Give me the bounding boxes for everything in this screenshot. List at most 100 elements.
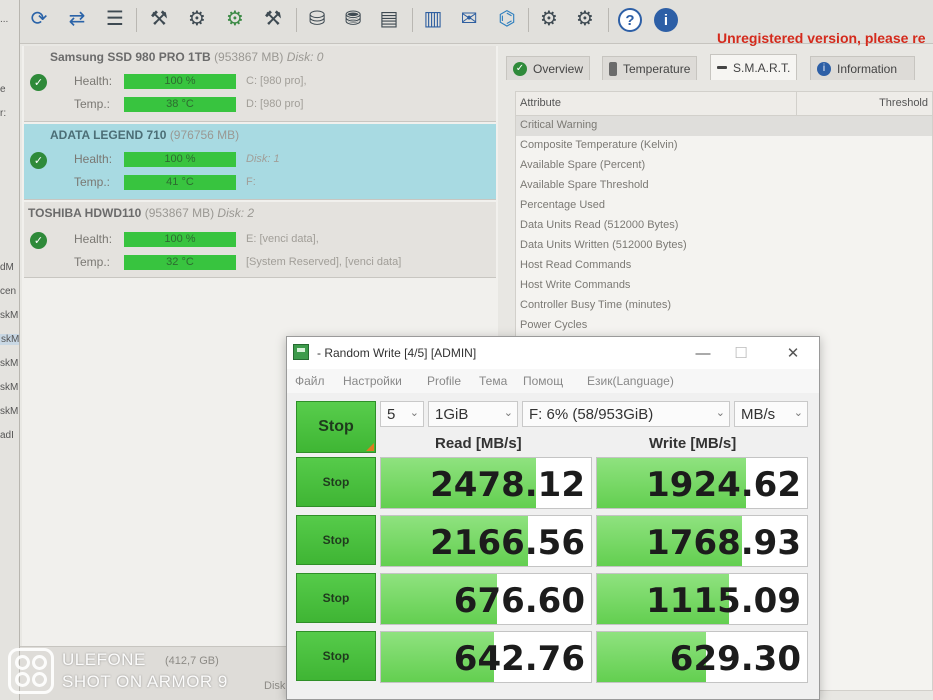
strip-text: r: (0, 108, 7, 119)
maximize-icon[interactable]: ☐ (723, 341, 759, 365)
toolbar-separator (412, 8, 413, 32)
refresh-all-icon[interactable]: ⇄ (64, 6, 90, 32)
menu-bar: Файл Настройки Profile Тема Помощ Език(L… (287, 369, 819, 393)
size-select[interactable]: 1GiB ⌄ (428, 401, 518, 427)
disk-card[interactable]: TOSHIBA HDWD110 (953867 MB) Disk: 2 ✓ He… (24, 202, 496, 278)
minimize-icon[interactable]: — (685, 341, 721, 365)
strip-text: skM (0, 310, 19, 321)
disk-name: ADATA LEGEND 710 (50, 128, 167, 142)
menu-profile[interactable]: Profile (427, 374, 461, 388)
drive-letters: [System Reserved], [venci data] (246, 256, 402, 268)
strip-text: cen (0, 286, 17, 297)
help-icon[interactable]: ? (618, 8, 642, 32)
menu-help[interactable]: Помощ (523, 374, 563, 388)
table-row[interactable]: Data Units Written (512000 Bytes) (516, 236, 932, 256)
menu-settings[interactable]: Настройки (343, 374, 402, 388)
gear-icon[interactable]: ⚙ (536, 6, 562, 32)
temp-value: 38 °C (124, 97, 236, 112)
table-row[interactable]: Percentage Used (516, 196, 932, 216)
tab-information[interactable]: i Information (810, 56, 915, 80)
menu-language[interactable]: Език(Language) (587, 374, 674, 388)
check-icon: ✓ (30, 232, 47, 249)
tab-smart[interactable]: S.M.A.R.T. (710, 54, 798, 80)
camera-logo-icon (8, 648, 54, 694)
unit-select[interactable]: MB/s ⌄ (734, 401, 808, 427)
disks-icon[interactable]: ⛃ (340, 6, 366, 32)
calc-icon[interactable]: ▥ (420, 6, 446, 32)
tools-icon[interactable]: ⚙ (184, 6, 210, 32)
tab-label: Information (837, 61, 898, 76)
close-icon[interactable]: ✕ (775, 341, 811, 365)
refresh-icon[interactable]: ⟳ (26, 6, 52, 32)
table-row[interactable]: Data Units Read (512000 Bytes) (516, 216, 932, 236)
disk-title: Samsung SSD 980 PRO 1TB (953867 MB) Disk… (50, 50, 323, 64)
chevron-down-icon: ⌄ (715, 407, 725, 419)
disk-title: ADATA LEGEND 710 (976756 MB) (50, 128, 239, 142)
benchmark-body: Stop 5 ⌄ 1GiB ⌄ F: 6% (58/953GiB) ⌄ MB/s… (287, 393, 819, 699)
size-value: 1GiB (435, 406, 469, 423)
info-icon[interactable]: i (654, 8, 678, 32)
temp-label: Temp.: (74, 175, 111, 189)
watermark-brand: ULEFONE (62, 650, 146, 669)
tools-green-icon[interactable]: ⚙ (222, 6, 248, 32)
disk-number: Disk: 0 (286, 50, 324, 64)
test-2-stop-button[interactable]: Stop (296, 515, 376, 565)
test-3-stop-button[interactable]: Stop (296, 573, 376, 623)
table-row[interactable]: Available Spare Threshold (516, 176, 932, 196)
drive-letters: C: [980 pro], (246, 75, 307, 87)
check-icon: ✓ (30, 74, 47, 91)
wrench-icon[interactable]: ⚒ (146, 6, 172, 32)
test-1-stop-button[interactable]: Stop (296, 457, 376, 507)
health-label: Health: (74, 232, 113, 246)
strip-text: ... (0, 14, 9, 25)
test-4-stop-button[interactable]: Stop (296, 631, 376, 681)
gear-alt-icon[interactable]: ⚙ (572, 6, 598, 32)
read-value: 2478.12 (430, 465, 585, 505)
write-column-header: Write [MB/s] (649, 435, 737, 452)
list-icon[interactable]: ☰ (102, 6, 128, 32)
tab-label: Overview (533, 61, 584, 76)
tab-bar: ✓ Overview Temperature S.M.A.R.T. i Info… (506, 54, 933, 82)
health-value: 100 % (124, 232, 236, 247)
disk-card-selected[interactable]: ADATA LEGEND 710 (976756 MB) ✓ Health: 1… (24, 124, 496, 200)
disk-card[interactable]: Samsung SSD 980 PRO 1TB (953867 MB) Disk… (24, 46, 496, 122)
disk-icon[interactable]: ⛁ (304, 6, 330, 32)
thermometer-icon (609, 61, 617, 76)
menu-file[interactable]: Файл (295, 374, 325, 388)
chevron-down-icon: ⌄ (793, 407, 803, 419)
check-icon: ✓ (513, 61, 527, 76)
tab-label: Temperature (623, 61, 691, 76)
write-result: 1768.93 (596, 515, 808, 567)
health-label: Health: (74, 152, 113, 166)
temp-label: Temp.: (74, 255, 111, 269)
table-row[interactable]: Host Write Commands (516, 276, 932, 296)
disk-size: (953867 MB) (144, 206, 215, 220)
table-row[interactable]: Host Read Commands (516, 256, 932, 276)
network-icon[interactable]: ⌬ (494, 6, 520, 32)
tab-temperature[interactable]: Temperature (602, 56, 698, 80)
unregistered-link[interactable]: Unregistered version, please re (717, 30, 926, 46)
drive-letters: D: [980 pro] (246, 98, 304, 110)
hammer-icon[interactable]: ⚒ (260, 6, 286, 32)
mail-icon[interactable]: ✉ (456, 6, 482, 32)
read-value: 676.60 (453, 581, 585, 621)
table-row[interactable]: Power Cycles (516, 316, 932, 336)
menu-theme[interactable]: Тема (479, 374, 507, 388)
column-header-attribute[interactable]: Attribute (520, 97, 561, 109)
tab-overview[interactable]: ✓ Overview (506, 56, 591, 80)
title-bar[interactable]: - Random Write [4/5] [ADMIN] — ☐ ✕ (287, 337, 819, 369)
disk-size: (953867 MB) (214, 50, 284, 64)
write-value: 1924.62 (646, 465, 801, 505)
table-row[interactable]: Composite Temperature (Kelvin) (516, 136, 932, 156)
table-row[interactable]: Critical Warning (516, 116, 932, 136)
count-select[interactable]: 5 ⌄ (380, 401, 424, 427)
read-result: 676.60 (380, 573, 592, 625)
write-value: 1768.93 (646, 523, 801, 563)
stop-all-button[interactable]: Stop (296, 401, 376, 453)
strip-text: skM (0, 334, 20, 345)
table-row[interactable]: Controller Busy Time (minutes) (516, 296, 932, 316)
disk-stack-icon[interactable]: ▤ (376, 6, 402, 32)
drive-select[interactable]: F: 6% (58/953GiB) ⌄ (522, 401, 730, 427)
column-header-threshold[interactable]: Threshold (796, 92, 933, 116)
table-row[interactable]: Available Spare (Percent) (516, 156, 932, 176)
